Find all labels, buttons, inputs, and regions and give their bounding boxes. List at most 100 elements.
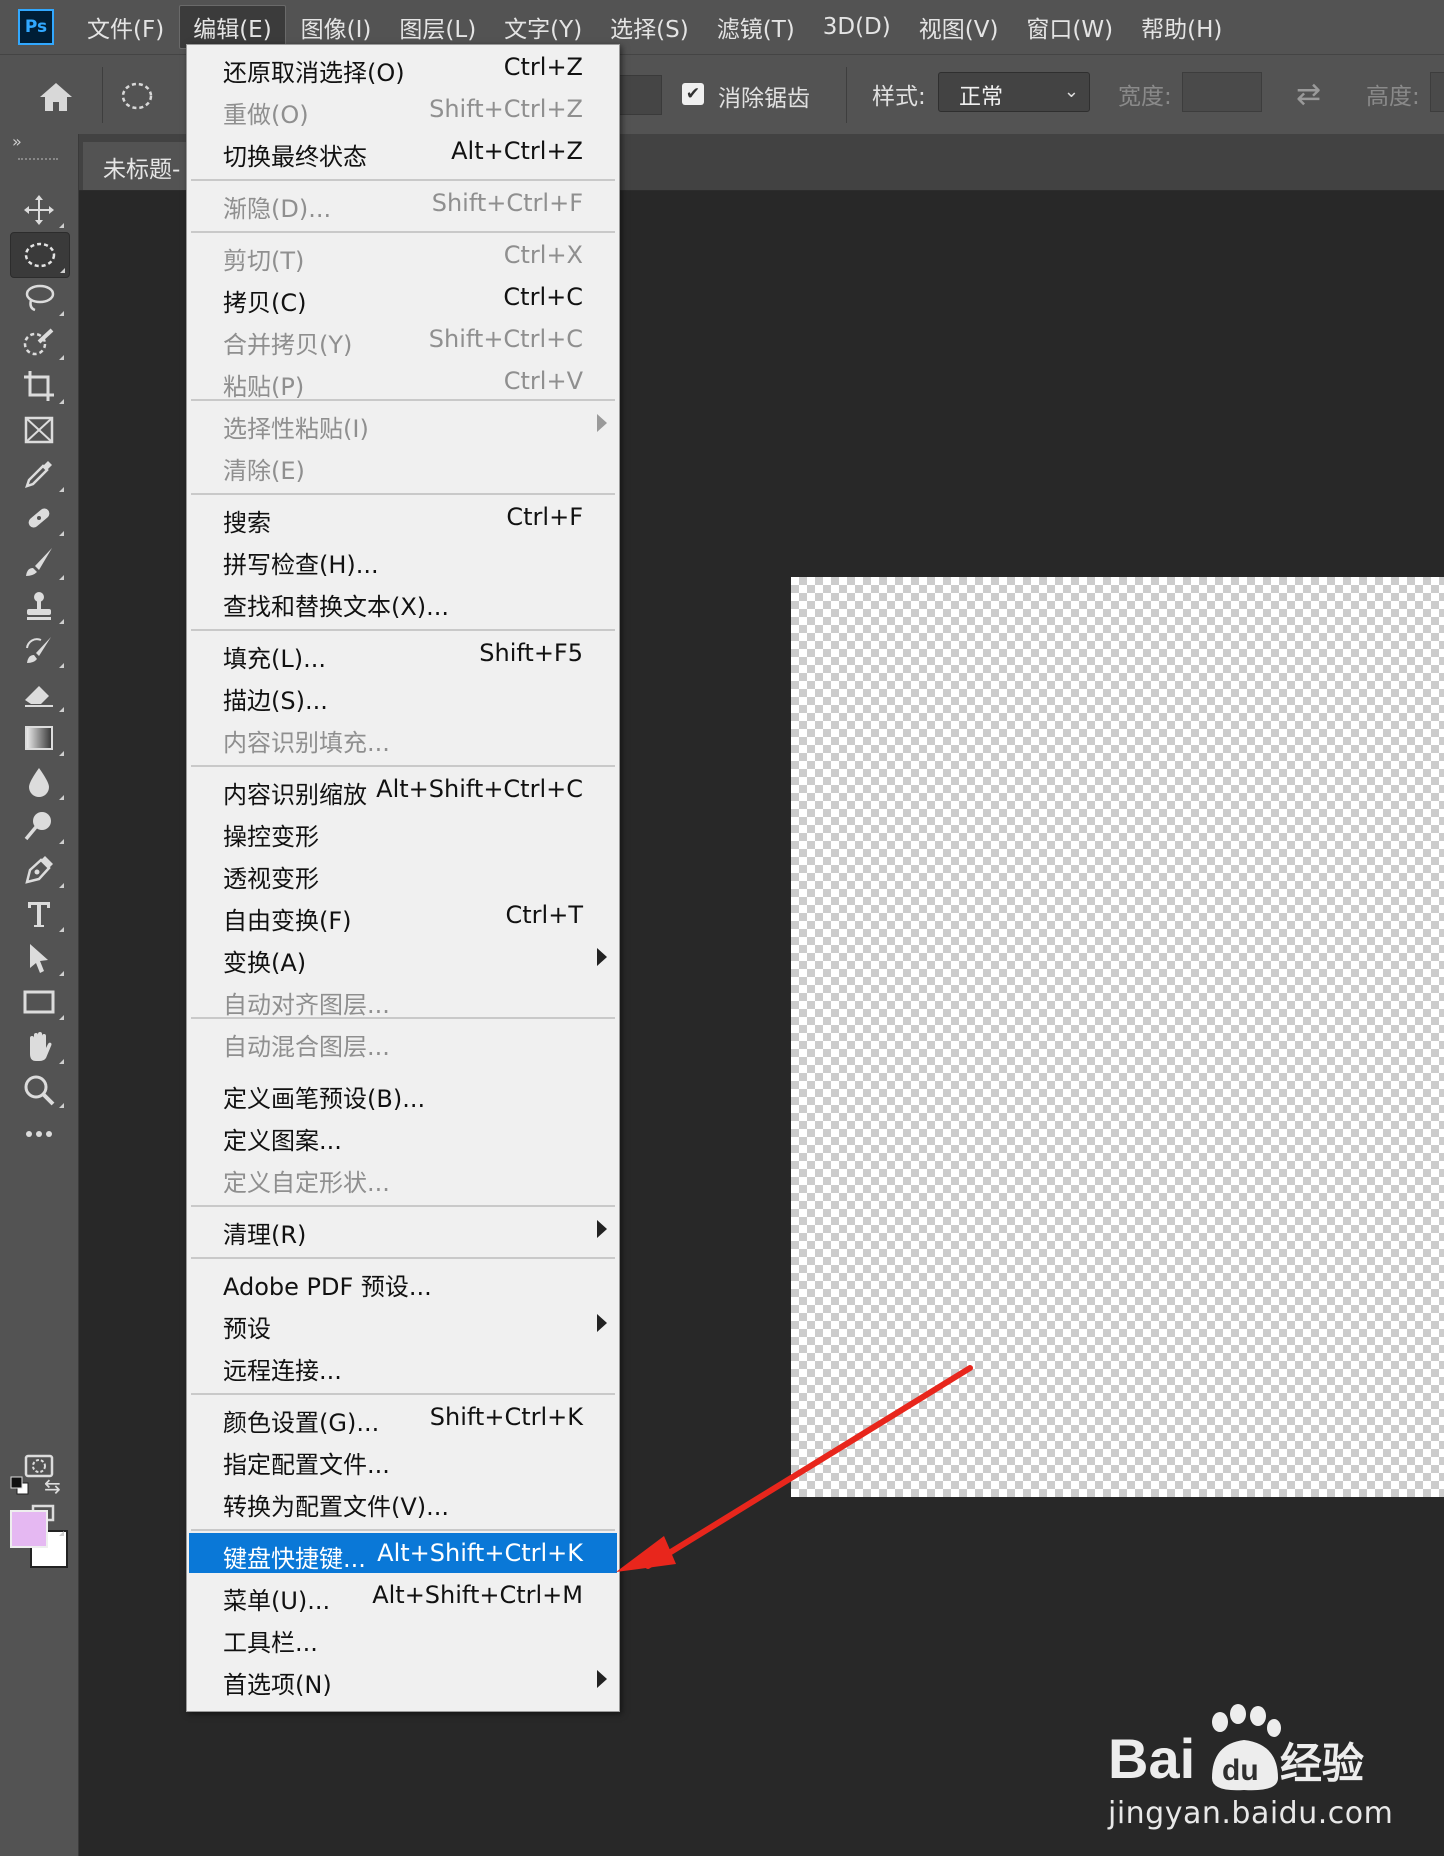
menu-window[interactable]: 窗口(W): [1013, 6, 1126, 48]
watermark-brand-cn: 经验: [1280, 1739, 1364, 1788]
elliptical-marquee-preset-icon[interactable]: [120, 77, 158, 115]
edit-menu-item: 内容识别填充...: [189, 717, 617, 757]
transparent-canvas[interactable]: [791, 577, 1444, 1497]
edit-menu-item[interactable]: 搜索 Ctrl+F: [189, 497, 617, 537]
edit-menu-item[interactable]: 拼写检查(H)...: [189, 539, 617, 579]
photoshop-logo[interactable]: Ps: [18, 9, 54, 45]
menu-item-label: 内容识别填充...: [223, 729, 390, 757]
menu-help[interactable]: 帮助(H): [1128, 6, 1235, 48]
edit-menu-item[interactable]: 拷贝(C) Ctrl+C: [189, 277, 617, 317]
edit-menu-item[interactable]: 指定配置文件...: [189, 1439, 617, 1479]
edit-menu-item[interactable]: 预设: [189, 1303, 617, 1343]
menu-select[interactable]: 选择(S): [597, 6, 702, 48]
brush-tool[interactable]: [10, 540, 68, 584]
antialias-checkbox[interactable]: ✔: [682, 83, 704, 105]
menu-item-label: 渐隐(D)...: [223, 195, 332, 223]
menu-item-label: 操控变形: [223, 823, 319, 851]
edit-menu-item[interactable]: 自由变换(F) Ctrl+T: [189, 895, 617, 935]
style-select[interactable]: 正常 ⌄: [938, 72, 1090, 112]
edit-menu-item[interactable]: 工具栏...: [189, 1617, 617, 1657]
blur-tool[interactable]: [10, 760, 68, 804]
edit-menu-item[interactable]: 菜单(U)... Alt+Shift+Ctrl+M: [189, 1575, 617, 1615]
menu-3d[interactable]: 3D(D): [810, 10, 904, 44]
edit-menu-item[interactable]: 操控变形: [189, 811, 617, 851]
edit-menu-item[interactable]: 查找和替换文本(X)...: [189, 581, 617, 621]
eyedropper-tool[interactable]: [10, 452, 68, 496]
history-brush-tool[interactable]: [10, 628, 68, 672]
menu-view[interactable]: 视图(V): [906, 6, 1012, 48]
menu-item-label: 填充(L)...: [223, 645, 326, 673]
tool-panel: » ⇆: [0, 132, 79, 1856]
menu-separator: [191, 1257, 615, 1259]
history-brush-icon: [26, 637, 51, 663]
quick-selection-tool[interactable]: [10, 320, 68, 364]
edit-menu-item[interactable]: 透视变形: [189, 853, 617, 893]
move-tool[interactable]: [10, 188, 68, 232]
baidu-jingyan-watermark: Bai du 经验: [1108, 1704, 1364, 1791]
hand-tool[interactable]: [10, 1024, 68, 1068]
healing-brush-tool[interactable]: [10, 496, 68, 540]
menu-layer[interactable]: 图层(L): [386, 6, 489, 48]
crop-tool[interactable]: [10, 364, 68, 408]
collapse-panel-icon[interactable]: »: [12, 132, 22, 151]
dodge-tool[interactable]: [10, 804, 68, 848]
edit-menu-item[interactable]: 定义画笔预设(B)...: [189, 1073, 617, 1113]
edit-menu-item[interactable]: 首选项(N): [189, 1659, 617, 1699]
eraser-icon: [25, 686, 53, 707]
gradient-tool[interactable]: [10, 716, 68, 760]
menu-type[interactable]: 文字(Y): [491, 6, 595, 48]
edit-menu-item[interactable]: 键盘快捷键... Alt+Shift+Ctrl+K: [189, 1533, 617, 1573]
width-input[interactable]: [1182, 72, 1262, 112]
edit-menu-item: 剪切(T) Ctrl+X: [189, 235, 617, 275]
menu-item-label: 自由变换(F): [223, 907, 352, 935]
quick-mask-button[interactable]: [10, 1444, 68, 1488]
pen-tool[interactable]: [10, 848, 68, 892]
menu-edit[interactable]: 编辑(E): [179, 5, 286, 49]
menu-item-label: 颜色设置(G)...: [223, 1409, 380, 1437]
menu-separator: [191, 765, 615, 767]
menu-filter[interactable]: 滤镜(T): [704, 6, 808, 48]
eraser-tool[interactable]: [10, 672, 68, 716]
edit-menu-item[interactable]: 描边(S)...: [189, 675, 617, 715]
edit-menu-item[interactable]: 远程连接...: [189, 1345, 617, 1385]
edit-menu-item[interactable]: 内容识别缩放 Alt+Shift+Ctrl+C: [189, 769, 617, 809]
path-selection-tool[interactable]: [10, 936, 68, 980]
submenu-arrow-icon: [597, 1314, 607, 1332]
more-tools-button[interactable]: [10, 1112, 68, 1156]
edit-menu-item: 渐隐(D)... Shift+Ctrl+F: [189, 183, 617, 223]
height-input[interactable]: [1430, 72, 1444, 112]
frame-tool[interactable]: [10, 408, 68, 452]
edit-menu-item[interactable]: 还原取消选择(O) Ctrl+Z: [189, 47, 617, 87]
edit-menu-item[interactable]: Adobe PDF 预设...: [189, 1261, 617, 1301]
menu-item-label: 还原取消选择(O): [223, 59, 405, 87]
edit-menu-item[interactable]: 切换最终状态 Alt+Ctrl+Z: [189, 131, 617, 171]
home-icon[interactable]: [36, 77, 76, 117]
menu-item-label: 指定配置文件...: [223, 1451, 390, 1479]
menu-item-label: 变换(A): [223, 949, 307, 977]
lasso-tool[interactable]: [10, 276, 68, 320]
menu-item-label: 搜索: [223, 509, 271, 537]
edit-menu-item[interactable]: 清理(R): [189, 1209, 617, 1249]
edit-menu-item[interactable]: 定义图案...: [189, 1115, 617, 1155]
edit-menu-item[interactable]: 颜色设置(G)... Shift+Ctrl+K: [189, 1397, 617, 1437]
elliptical-marquee-tool[interactable]: [10, 232, 70, 278]
rectangle-tool[interactable]: [10, 980, 68, 1024]
menu-item-label: 自动混合图层...: [223, 1033, 390, 1061]
zoom-tool[interactable]: [10, 1068, 68, 1112]
menu-file[interactable]: 文件(F): [74, 6, 177, 48]
menu-image[interactable]: 图像(I): [288, 6, 385, 48]
edit-menu-item[interactable]: 变换(A): [189, 937, 617, 977]
panel-grip[interactable]: [18, 158, 58, 164]
clone-stamp-tool[interactable]: [10, 584, 68, 628]
edit-menu-item[interactable]: 填充(L)... Shift+F5: [189, 633, 617, 673]
menu-item-label: 剪切(T): [223, 247, 305, 275]
foreground-color-swatch[interactable]: [10, 1510, 48, 1548]
menu-item-label: 首选项(N): [223, 1671, 332, 1699]
edit-menu-item[interactable]: 转换为配置文件(V)...: [189, 1481, 617, 1521]
chevron-down-icon: ⌄: [1063, 81, 1079, 102]
edit-menu-item: 清除(E): [189, 445, 617, 485]
swap-width-height-icon[interactable]: ⇄: [1296, 77, 1321, 112]
height-label: 高度:: [1366, 84, 1420, 110]
submenu-arrow-icon: [597, 948, 607, 966]
type-tool[interactable]: [10, 892, 68, 936]
